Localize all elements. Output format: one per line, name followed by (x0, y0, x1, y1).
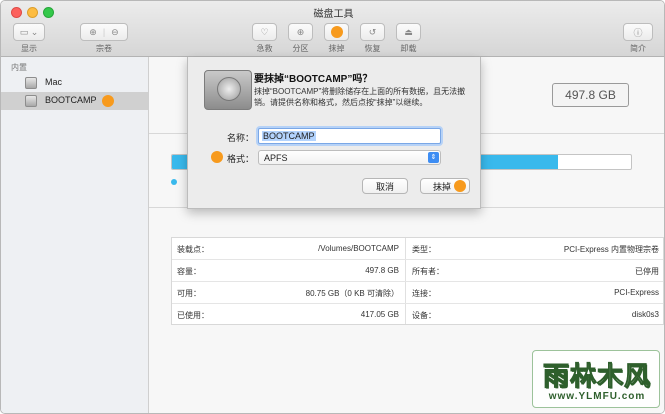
sidebar-item-label: Mac (45, 77, 63, 87)
chevron-updown-icon: ⇕ (428, 152, 439, 163)
watermark-title: 雨林木风 (542, 361, 651, 392)
erase-toolbar-button[interactable] (324, 23, 349, 41)
sidebar-item-bootcamp[interactable]: BOOTCAMP (1, 92, 148, 110)
table-row: 容量： 497.8 GB 所有者： 已停用 (172, 260, 663, 282)
sidebar-highlight-marker (102, 95, 114, 107)
cancel-button[interactable]: 取消 (362, 178, 408, 194)
info-button[interactable]: ⓘ (623, 23, 653, 41)
sidebar: 内置 Mac BOOTCAMP (1, 57, 149, 413)
info-icon: ⓘ (633, 27, 643, 38)
device-label: 设备： (412, 311, 436, 320)
restore-icon: ↺ (368, 26, 377, 37)
capacity-badge: 497.8 GB (552, 83, 629, 107)
type-value: PCI-Express 内置物理宗卷 (563, 245, 659, 254)
table-row: 装载点： /Volumes/BOOTCAMP 类型： PCI-Express 内… (172, 238, 663, 260)
erase-button[interactable]: 抹掉 (420, 178, 470, 194)
format-select[interactable]: APFS ⇕ (258, 150, 441, 165)
sidebar-icon: ▭ ⌄ (19, 26, 39, 37)
partition-icon: ⊕ (296, 26, 305, 37)
disk-icon (25, 77, 37, 89)
info-label: 简介 (630, 44, 646, 53)
watermark-url: www.YLMFU.com (548, 391, 646, 402)
view-label: 显示 (21, 44, 37, 53)
capacity-label: 容量： (177, 267, 201, 276)
disk-icon (25, 95, 37, 107)
toolbar: 磁盘工具 ▭ ⌄ 显示 ⊕ | ⊖ 宗卷 ♡ 急救 ⊕ 分区 抹掉 ↺ 恢复 ⏏… (1, 1, 664, 57)
watermark-logo: 雨林木风 www.YLMFU.com (532, 350, 660, 408)
used-label: 已使用： (177, 311, 209, 320)
capacity-value: 497.8 GB (365, 266, 399, 275)
name-field-label: 名称： (226, 133, 254, 143)
sidebar-item-label: BOOTCAMP (45, 95, 97, 105)
first-aid-label: 急救 (256, 44, 273, 53)
connection-label: 连接： (412, 289, 436, 298)
mount-point-label: 装载点： (177, 245, 209, 254)
partition-button[interactable]: ⊕ (288, 23, 313, 41)
view-button[interactable]: ▭ ⌄ (13, 23, 45, 41)
name-field[interactable]: BOOTCAMP (258, 128, 441, 144)
window-title: 磁盘工具 (313, 9, 354, 20)
volume-label: 宗卷 (96, 44, 112, 53)
device-value: disk0s3 (631, 310, 659, 319)
erase-button-label: 抹掉 (433, 181, 452, 192)
disk-utility-window: 磁盘工具 ▭ ⌄ 显示 ⊕ | ⊖ 宗卷 ♡ 急救 ⊕ 分区 抹掉 ↺ 恢复 ⏏… (0, 0, 665, 414)
eject-icon: ⏏ (404, 26, 413, 37)
erase-button-highlight-marker (454, 180, 466, 192)
mount-point-value: /Volumes/BOOTCAMP (318, 244, 399, 253)
add-volume-icon: ⊕ (89, 26, 97, 37)
hard-drive-icon (204, 70, 252, 110)
available-label: 可用： (177, 289, 201, 298)
table-row: 可用： 80.75 GB（0 KB 可清除） 连接： PCI-Express (172, 282, 663, 304)
used-legend-dot (171, 179, 177, 185)
stethoscope-icon: ♡ (260, 26, 269, 37)
sidebar-item-mac[interactable]: Mac (1, 74, 148, 92)
owners-label: 所有者： (412, 267, 444, 276)
connection-value: PCI-Express (614, 288, 659, 297)
erase-label: 抹掉 (328, 44, 345, 53)
name-field-value: BOOTCAMP (262, 131, 316, 141)
restore-label: 恢复 (364, 44, 381, 53)
used-value: 417.05 GB (360, 310, 399, 319)
format-select-value: APFS (264, 152, 288, 163)
volume-button-group[interactable]: ⊕ | ⊖ (80, 23, 128, 41)
owners-value: 已停用 (635, 267, 659, 276)
first-aid-button[interactable]: ♡ (252, 23, 277, 41)
disk-platter-icon (217, 77, 241, 101)
erase-highlight-marker (330, 26, 343, 38)
remove-volume-icon: ⊖ (111, 26, 119, 37)
dialog-title: 要抹掉“BOOTCAMP”吗？ (254, 74, 373, 85)
sidebar-section-internal: 内置 (11, 63, 27, 72)
unmount-button[interactable]: ⏏ (396, 23, 421, 41)
table-row: 已使用： 417.05 GB 设备： disk0s3 (172, 304, 663, 326)
type-label: 类型： (412, 245, 436, 254)
dialog-message: 抹掉“BOOTCAMP”将删除储存在上面的所有数据，且无法撤销。请提供名称和格式… (254, 87, 466, 107)
unmount-label: 卸载 (400, 44, 417, 53)
info-table: 装载点： /Volumes/BOOTCAMP 类型： PCI-Express 内… (171, 237, 664, 325)
partition-label: 分区 (292, 44, 309, 53)
format-field-label: 格式： (226, 154, 254, 164)
restore-button[interactable]: ↺ (360, 23, 385, 41)
available-value: 80.75 GB（0 KB 可清除） (305, 289, 399, 298)
